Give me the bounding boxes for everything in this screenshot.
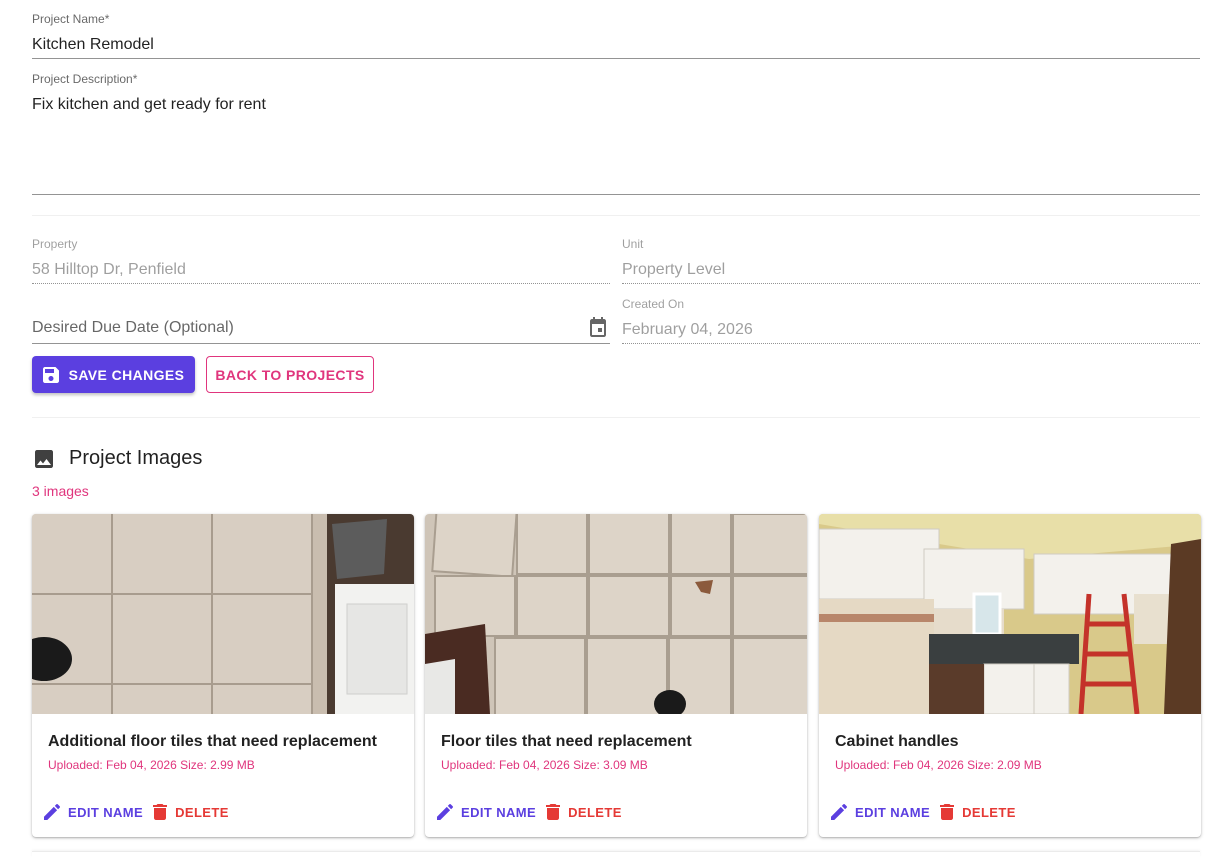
trash-icon	[940, 804, 955, 820]
delete-button[interactable]: DELETE	[940, 804, 1016, 820]
edit-name-button[interactable]: EDIT NAME	[831, 804, 930, 820]
due-date-underline	[32, 343, 610, 344]
edit-name-label: EDIT NAME	[855, 804, 931, 820]
calendar-icon[interactable]	[588, 317, 608, 344]
image-title: Cabinet handles	[835, 733, 959, 750]
delete-label: DELETE	[568, 804, 622, 820]
delete-label: DELETE	[962, 804, 1016, 820]
unit-field: Unit Property Level	[622, 237, 1200, 284]
image-meta: Uploaded: Feb 04, 2026 Size: 2.99 MB	[48, 758, 255, 772]
created-on-field: Created On February 04, 2026	[622, 297, 1200, 344]
project-name-field[interactable]: Project Name* Kitchen Remodel	[32, 12, 1200, 59]
image-thumbnail[interactable]	[819, 514, 1201, 714]
back-to-projects-label: BACK TO PROJECTS	[215, 366, 365, 383]
image-card: Additional floor tiles that need replace…	[32, 514, 414, 837]
section-divider	[32, 417, 1200, 418]
trash-icon	[546, 804, 561, 820]
property-label: Property	[32, 237, 78, 251]
created-on-label: Created On	[622, 297, 685, 311]
created-on-underline	[622, 343, 1200, 344]
property-field: Property 58 Hilltop Dr, Penfield	[32, 237, 610, 284]
property-value: 58 Hilltop Dr, Penfield	[32, 261, 186, 278]
delete-label: DELETE	[175, 804, 229, 820]
image-count: 3 images	[32, 483, 89, 499]
save-changes-button[interactable]: SAVE CHANGES	[32, 356, 195, 393]
save-icon	[42, 366, 59, 383]
image-icon	[34, 449, 54, 474]
next-card-edge	[32, 851, 1200, 857]
due-date-field[interactable]: Desired Due Date (Optional)	[32, 313, 610, 344]
pencil-icon	[44, 804, 60, 820]
image-meta: Uploaded: Feb 04, 2026 Size: 2.09 MB	[835, 758, 1042, 772]
due-date-input[interactable]: Desired Due Date (Optional)	[32, 318, 610, 338]
unit-label: Unit	[622, 237, 644, 251]
unit-underline	[622, 283, 1200, 284]
trash-icon	[153, 804, 168, 820]
property-underline	[32, 283, 610, 284]
created-on-value: February 04, 2026	[622, 321, 753, 338]
edit-name-label: EDIT NAME	[461, 804, 537, 820]
image-title: Additional floor tiles that need replace…	[48, 733, 377, 750]
back-to-projects-button[interactable]: BACK TO PROJECTS	[206, 356, 374, 393]
edit-name-label: EDIT NAME	[68, 804, 144, 820]
project-description-label: Project Description*	[32, 72, 138, 86]
image-card: Cabinet handles Uploaded: Feb 04, 2026 S…	[819, 514, 1201, 837]
pencil-icon	[437, 804, 453, 820]
image-title: Floor tiles that need replacement	[441, 733, 692, 750]
section-divider	[32, 215, 1200, 216]
project-images-title: Project Images	[69, 447, 203, 469]
project-name-label: Project Name*	[32, 12, 110, 26]
project-name-input[interactable]: Kitchen Remodel	[32, 35, 1200, 55]
project-name-underline	[32, 58, 1200, 59]
project-description-field[interactable]: Project Description* Fix kitchen and get…	[32, 72, 1200, 195]
delete-button[interactable]: DELETE	[153, 804, 229, 820]
image-thumbnail[interactable]	[32, 514, 414, 714]
image-thumbnail[interactable]	[425, 514, 807, 714]
edit-name-button[interactable]: EDIT NAME	[44, 804, 143, 820]
delete-button[interactable]: DELETE	[546, 804, 622, 820]
project-description-underline	[32, 194, 1200, 195]
image-meta: Uploaded: Feb 04, 2026 Size: 3.09 MB	[441, 758, 648, 772]
image-card: Floor tiles that need replacement Upload…	[425, 514, 807, 837]
edit-name-button[interactable]: EDIT NAME	[437, 804, 536, 820]
save-changes-label: SAVE CHANGES	[68, 366, 185, 383]
project-description-textarea[interactable]: Fix kitchen and get ready for rent	[32, 95, 1200, 115]
pencil-icon	[831, 804, 847, 820]
unit-value: Property Level	[622, 261, 726, 278]
